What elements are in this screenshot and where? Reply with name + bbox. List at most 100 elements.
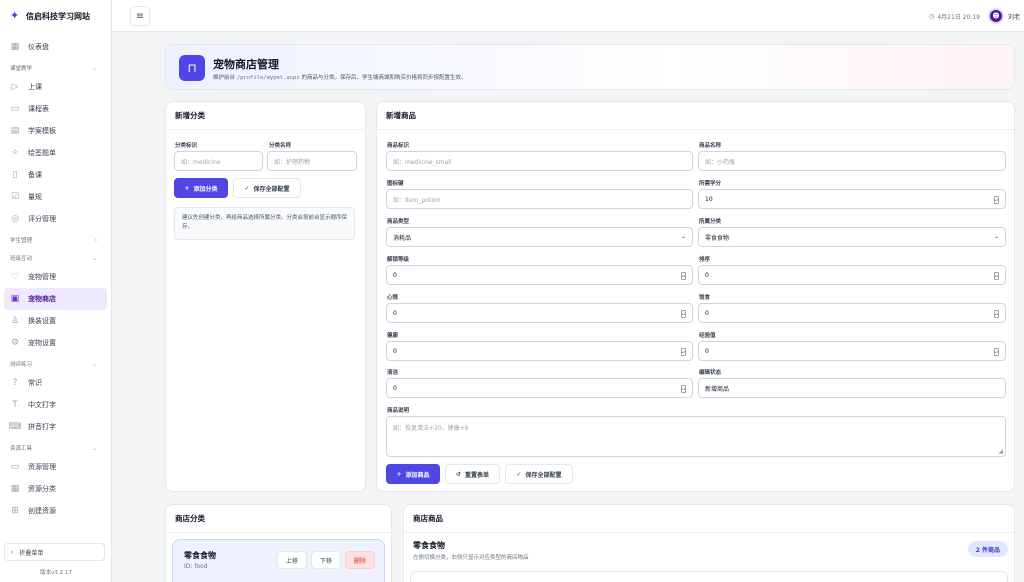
chevron-left-icon: ‹	[11, 548, 14, 556]
shop-goods-card: 商店商品 零食食物 左侧切换分类，右侧只显示对应类型的商店物品 2 件商品	[403, 504, 1015, 582]
sidebar-item-label: 仪表盘	[28, 43, 49, 51]
sidebar-item-pinyin-typing[interactable]: ⌨ 拼音打字	[4, 416, 107, 438]
stepper-icon[interactable]: ▴▾	[681, 385, 686, 393]
price-label: 所需学分	[699, 181, 722, 187]
add-category-button[interactable]: + 添加分类	[174, 178, 228, 198]
spark-icon: ✧	[11, 148, 19, 158]
goods-list-item[interactable]	[410, 571, 1008, 582]
check-icon: ✓	[244, 184, 250, 192]
collapse-label: 折叠菜单	[19, 549, 44, 557]
stepper-icon[interactable]: ▴▾	[994, 196, 999, 204]
collapse-menu-button[interactable]: ‹ 折叠菜单	[4, 543, 105, 561]
menu-icon: ≡	[135, 10, 145, 22]
hunger-label: 饱食	[699, 295, 711, 301]
unlock-level-input[interactable]: 0 ▴▾	[386, 265, 693, 285]
stepper-icon[interactable]: ▴▾	[994, 272, 999, 280]
category-name-label: 分类名称	[269, 143, 292, 149]
new-goods-card: 新增商品 商品标识 如：medicine_small 商品名称 如：小药瓶 图标…	[376, 101, 1015, 492]
sidebar-item-pet-settings[interactable]: ⚙ 宠物设置	[4, 332, 107, 354]
health-input[interactable]: 0 ▴▾	[386, 341, 693, 361]
category-name-input[interactable]: 如：护理药物	[267, 151, 357, 171]
sidebar-item-knowledge[interactable]: ? 常识	[4, 372, 107, 394]
stepper-icon[interactable]: ▴▾	[681, 310, 686, 318]
unlock-level-label: 解锁等级	[387, 257, 410, 263]
stepper-icon[interactable]: ▴▾	[994, 310, 999, 318]
stepper-icon[interactable]: ▴▾	[994, 348, 999, 356]
sidebar-item-label: 中文打字	[28, 401, 56, 409]
sidebar-item-label: 课程表	[28, 105, 49, 113]
input-value: 0	[393, 271, 397, 279]
section-student[interactable]: 学生管理 ›	[4, 232, 107, 248]
sidebar-item-label: 常识	[28, 379, 42, 387]
sidebar-item-outfit[interactable]: ♙ 换装设置	[4, 310, 107, 332]
exp-input[interactable]: 0 ▴▾	[698, 341, 1006, 361]
input-value: 10	[705, 195, 713, 203]
sidebar-item-label: 宠物设置	[28, 339, 56, 347]
grid-icon: ▦	[10, 42, 20, 52]
sidebar-item-pet-manage[interactable]: ♡ 宠物管理	[4, 266, 107, 288]
icon-key-input[interactable]: 如：item_potion	[386, 189, 693, 209]
button-label: 重置表单	[465, 471, 490, 479]
stepper-icon[interactable]: ▴▾	[681, 272, 686, 280]
menu-toggle-button[interactable]: ≡	[130, 6, 150, 26]
page-title: 宠物商店管理	[213, 58, 279, 71]
hunger-input[interactable]: 0 ▴▾	[698, 303, 1006, 323]
category-id-input[interactable]: 如：medicine	[174, 151, 263, 171]
sidebar-item-resource-manage[interactable]: ▭ 资源管理	[4, 456, 107, 478]
mood-input[interactable]: 0 ▴▾	[386, 303, 693, 323]
save-all-button[interactable]: ✓ 保存全部配置	[233, 178, 301, 198]
clean-input[interactable]: 0 ▴▾	[386, 378, 693, 398]
goods-category-select[interactable]: 零食食物 ⌄	[698, 227, 1006, 247]
input-value: 0	[705, 271, 709, 279]
goods-category-subtitle: 左侧切换分类，右侧只显示对应类型的商店物品	[413, 555, 529, 561]
textarea-placeholder: 如：恢复清洁+20，健康+6	[393, 425, 469, 432]
sidebar-item-pet-shop[interactable]: ▣ 宠物商店	[4, 288, 107, 310]
category-item[interactable]: 零食食物 ID: food 上移 下移 删除	[172, 539, 385, 582]
save-all-goods-button[interactable]: ✓ 保存全部配置	[505, 464, 573, 484]
section-course[interactable]: 课堂教学 ⌄	[4, 60, 107, 76]
layout-icon: ▤	[10, 126, 20, 136]
resize-handle-icon[interactable]: ◢	[998, 448, 1003, 455]
sort-input[interactable]: 0 ▴▾	[698, 265, 1006, 285]
chevron-down-icon: ⌄	[680, 233, 686, 240]
sidebar-item-resource-create[interactable]: ⊞ 创建资源	[4, 500, 107, 522]
goods-desc-textarea[interactable]: 如：恢复清洁+20，健康+6 ◢	[386, 416, 1006, 457]
brand-title: 信启科技学习网站	[26, 11, 90, 21]
goods-count-badge: 2 件商品	[967, 541, 1008, 557]
edit-status-label: 编辑状态	[699, 370, 722, 376]
goods-type-select[interactable]: 消耗品 ⌄	[386, 227, 693, 247]
sidebar-item-chinese-typing[interactable]: T 中文打字	[4, 394, 107, 416]
keyboard-icon: ⌨	[8, 422, 22, 432]
sidebar-item-prepare[interactable]: ▯ 备课	[4, 164, 107, 186]
goods-code-input[interactable]: 如：medicine_small	[386, 151, 693, 171]
sidebar-nav: ▦ 仪表盘 课堂教学 ⌄ ▷ 上课 ▭ 课程表 ▤ 学案模板 ✧ 绘签题单 ▯ 备课 ☑ 量…	[0, 32, 111, 526]
section-label: 测评练习	[10, 362, 33, 368]
sidebar-item-template[interactable]: ▤ 学案模板	[4, 120, 107, 142]
stepper-icon[interactable]: ▴▾	[681, 348, 686, 356]
move-down-button[interactable]: 下移	[311, 551, 342, 569]
goods-name-input[interactable]: 如：小药瓶	[698, 151, 1006, 171]
avatar[interactable]: ☻	[987, 8, 1004, 24]
sidebar-item-rubric[interactable]: ☑ 量规	[4, 186, 107, 208]
delete-category-button[interactable]: 删除	[345, 551, 376, 569]
price-input[interactable]: 10 ▴▾	[698, 189, 1006, 209]
sidebar-item-draw-list[interactable]: ✧ 绘签题单	[4, 142, 107, 164]
section-practice[interactable]: 测评练习 ⌄	[4, 356, 107, 372]
sidebar-item-schedule[interactable]: ▭ 课程表	[4, 98, 107, 120]
logo-icon: ✦	[10, 9, 20, 22]
sidebar-item-resource-category[interactable]: ▦ 资源分类	[4, 478, 107, 500]
sidebar-item-grading[interactable]: ◎ 评分管理	[4, 208, 107, 230]
sidebar-item-dashboard[interactable]: ▦ 仪表盘	[4, 36, 107, 58]
add-goods-button[interactable]: + 添加商品	[386, 464, 440, 484]
sidebar-item-class[interactable]: ▷ 上课	[4, 76, 107, 98]
folder-icon: ▭	[10, 462, 20, 472]
reset-form-button[interactable]: ↺ 重置表单	[445, 464, 500, 484]
chevron-down-icon: ⌄	[91, 360, 97, 368]
section-resource[interactable]: 资源工具 ⌄	[4, 440, 107, 456]
section-interact[interactable]: 班级互动 ⌄	[4, 250, 107, 266]
chevron-down-icon: ⌄	[91, 254, 97, 262]
user-name[interactable]: 刘老	[1008, 12, 1020, 21]
shopping-bag-icon: ⊓	[179, 55, 205, 81]
move-up-button[interactable]: 上移	[277, 551, 308, 569]
type-icon: T	[12, 400, 18, 410]
